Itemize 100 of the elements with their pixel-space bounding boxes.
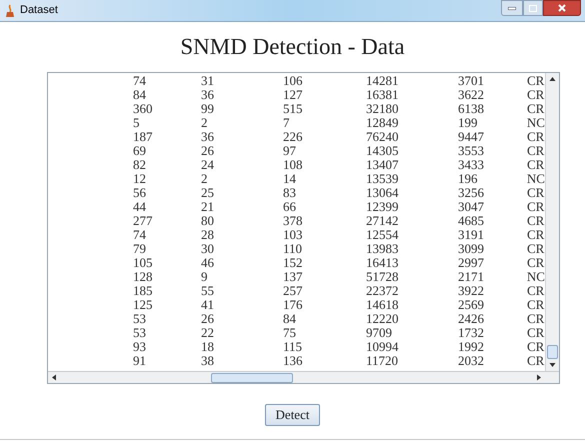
table-cell-text: 53 [133,312,147,326]
table-cell-text: 84 [133,88,147,102]
table-cell-text: 69 [133,144,147,158]
table-cell-text: 103 [283,228,304,242]
table-cell-text: 2 [200,172,208,186]
close-icon [558,4,566,12]
table-cell-text: 31 [201,74,215,88]
table-cell-text: 28 [201,228,215,242]
table-cell-text: 196 [458,172,478,186]
table-cell-text: 125 [133,298,154,312]
table-cell-text: 41 [201,298,215,312]
table-cell-text: 137 [282,270,304,284]
table-cell-text: 91 [133,354,147,368]
page-heading: SNMD Detection - Data [180,33,405,61]
table-cell-text: 25 [201,186,215,200]
table-cell-text: 26 [201,144,215,158]
table-cell-text: 378 [283,214,304,228]
table-cell: NC [526,172,545,186]
table-cell-text: 3256 [458,186,485,200]
table-cell-text: 75 [283,326,297,340]
table-cell: CR [527,340,544,354]
table-cell-text: 44 [133,200,147,214]
vertical-scrollbar[interactable] [545,73,559,371]
table-cell-text: 55 [201,284,215,298]
table-cell-text: 27142 [366,214,400,228]
table-cell-text: 9709 [366,326,393,340]
table-cell: CR [527,158,544,172]
table-cell-text: 46 [201,256,215,270]
table-cell-text: 9 [200,270,208,284]
scroll-thumb[interactable] [547,345,558,359]
table-cell-text: 21 [201,200,215,214]
table-cell-text: 136 [283,354,304,368]
table-cell: CR [527,102,544,116]
table-cell-text: 11720 [366,354,400,368]
table-cell-text: 2032 [458,354,485,368]
table-cell-text: 105 [133,256,154,270]
table-cell-text: 22372 [366,284,400,298]
table-cell-text: 257 [283,284,304,298]
table-cell-text: 16413 [366,256,400,270]
app-icon [4,4,16,18]
table-cell-text: 1992 [458,340,485,354]
table-cell-text: 56 [133,186,147,200]
table-cell-text: 226 [283,130,304,144]
close-button[interactable] [543,0,581,16]
table-cell: CR [527,242,544,256]
table-cell: CR [527,354,544,368]
table-cell-text: 36 [201,88,215,102]
table-cell-text: 3099 [458,242,485,256]
table-cell-text: 3701 [458,74,485,88]
table-cell-text: 32180 [366,102,400,116]
detect-button[interactable]: Detect [264,404,320,426]
scroll-thumb[interactable] [211,372,293,382]
table-cell-text: 97 [283,144,297,158]
table-cell: CR [527,186,544,200]
table-cell-text: 53 [133,326,147,340]
table-cell-text: 3622 [458,88,485,102]
table-cell-text: 82 [133,158,147,172]
minimize-button[interactable] [501,0,523,16]
maximize-icon [529,4,537,12]
table-cell: CR [527,200,544,214]
table-cell-text: 110 [283,242,304,256]
table-cell-text: 199 [458,116,478,130]
table-cell: CR [527,130,544,144]
table-cell: CR [527,214,544,228]
table-cell-text: 80 [201,214,215,228]
table-cell-text: 360 [133,102,154,116]
table-cell-text: 7 [282,116,290,130]
table-cell: NC [526,270,545,284]
table-cell-text: 22 [201,326,215,340]
table-cell-text: 74 [133,228,147,242]
table-cell-text: 14281 [366,74,400,88]
table-cell-text: 30 [201,242,215,256]
table-cell: NC [526,116,545,130]
table-cell-text: 76240 [366,130,400,144]
table-cell-text: 93 [133,340,147,354]
table-cell-text: 38 [201,354,215,368]
table-cell-text: 12849 [366,116,400,130]
table-cell-text: 12 [133,172,147,186]
table-cell-text: 2 [200,116,208,130]
table-cell-text: 99 [201,102,215,116]
table-cell-text: 5 [133,116,140,130]
table-cell-text: 115 [283,340,304,354]
table-cell: CR [527,326,544,340]
table-cell-text: 185 [133,284,154,298]
table-cell-text: 13983 [366,242,400,256]
table-cell-text: 14618 [366,298,400,312]
table-cell-text: 24 [201,158,215,172]
table-cell-text: 2426 [458,312,485,326]
table-cell: CR [527,298,544,312]
table-cell-text: 2171 [458,270,485,284]
table-cell-text: 84 [283,312,297,326]
horizontal-scrollbar[interactable] [48,372,545,383]
table-cell-text: 66 [283,200,297,214]
table-cell-text: 3047 [458,200,485,214]
table-cell: CR [527,256,544,270]
table-cell: CR [527,312,544,326]
table-cell-text: 128 [133,270,154,284]
table-cell-text: 14 [282,172,297,186]
table-cell-text: 176 [283,298,304,312]
table-cell-text: 12399 [366,200,400,214]
